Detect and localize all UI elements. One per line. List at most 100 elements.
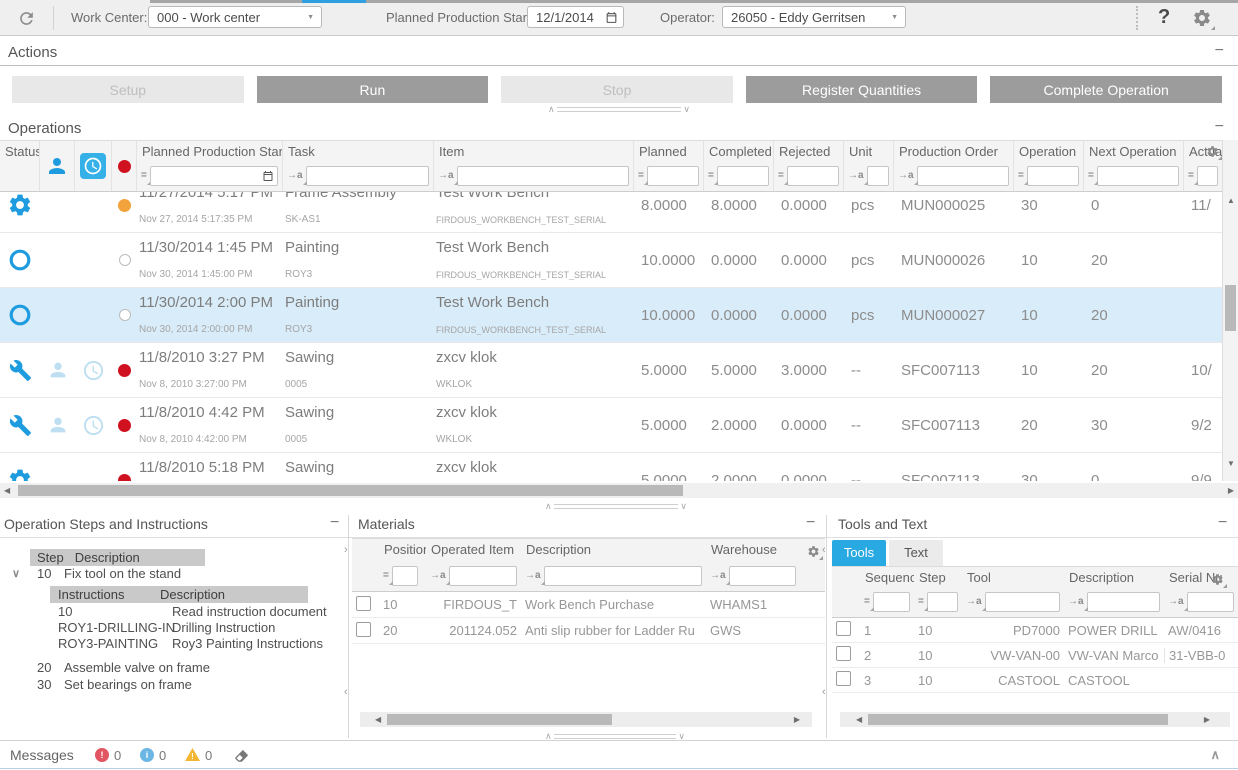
filter-text-icon[interactable]: →a	[1168, 597, 1184, 607]
materials-row[interactable]: 10 FIRDOUS_T Work Bench Purchase WHAMS1	[352, 592, 825, 618]
scroll-right-icon[interactable]: ▶	[1228, 486, 1234, 496]
column-operator-icon[interactable]	[40, 141, 75, 191]
row-checkbox[interactable]	[356, 596, 371, 611]
row-checkbox[interactable]	[356, 622, 371, 637]
setup-button[interactable]: Setup	[12, 76, 244, 103]
unit-filter-input[interactable]	[867, 166, 889, 186]
sequence-filter-input[interactable]	[873, 592, 910, 612]
production-order-filter-input[interactable]	[917, 166, 1009, 186]
scrollbar-thumb[interactable]	[18, 485, 683, 496]
operations-horizontal-scrollbar[interactable]: ◀ ▶	[0, 483, 1238, 498]
panel-vertical-divider[interactable]	[826, 515, 827, 738]
column-task[interactable]: Task →a	[283, 141, 434, 191]
column-planned[interactable]: Planned =	[634, 141, 704, 191]
column-sequence[interactable]: Sequence =	[860, 567, 914, 617]
minimize-icon[interactable]: −	[1218, 516, 1227, 530]
filter-equals-icon[interactable]: =	[918, 597, 924, 607]
column-actual[interactable]: Actual =	[1184, 141, 1222, 191]
column-production-order[interactable]: Production Order →a	[894, 141, 1014, 191]
filter-text-icon[interactable]: →a	[438, 171, 454, 181]
scrollbar-thumb[interactable]	[387, 714, 612, 725]
operator-select[interactable]: 26050 - Eddy Gerritsen ▼	[722, 6, 906, 28]
planned-filter-input[interactable]	[647, 166, 699, 186]
expand-messages-chevron-icon[interactable]: ∧	[1210, 747, 1220, 763]
column-completed[interactable]: Completed =	[704, 141, 774, 191]
filter-text-icon[interactable]: →a	[430, 571, 446, 581]
column-priority-icon[interactable]	[112, 141, 137, 191]
scrollbar-thumb[interactable]	[868, 714, 1168, 725]
column-description[interactable]: Description →a	[1064, 567, 1164, 617]
task-filter-input[interactable]	[306, 166, 429, 186]
instruction-description[interactable]: Roy3 Painting Instructions	[172, 636, 323, 652]
tab-tools[interactable]: Tools	[832, 540, 886, 566]
scroll-up-icon[interactable]: ▲	[1227, 196, 1235, 206]
run-button[interactable]: Run	[257, 76, 489, 103]
calendar-icon[interactable]	[262, 170, 274, 182]
scroll-left-icon[interactable]: ◀	[856, 715, 862, 725]
completed-filter-input[interactable]	[717, 166, 769, 186]
filter-equals-icon[interactable]: =	[638, 171, 644, 181]
filter-text-icon[interactable]: →a	[710, 571, 726, 581]
rejected-filter-input[interactable]	[787, 166, 839, 186]
filter-text-icon[interactable]: →a	[898, 171, 914, 181]
operations-row[interactable]: 11/8/2010 4:42 PMNov 8, 2010 4:42:00 PM …	[0, 398, 1222, 453]
instruction-id[interactable]: 10	[58, 604, 72, 620]
operation-filter-input[interactable]	[1027, 166, 1079, 186]
instruction-id[interactable]: ROY3-PAINTING	[58, 636, 158, 652]
refresh-icon[interactable]	[17, 9, 36, 28]
tools-row[interactable]: 2 10 VW-VAN-00 VW-VAN Marco 31-VBB-0	[832, 643, 1238, 668]
filter-equals-icon[interactable]: =	[1088, 171, 1094, 181]
tools-row[interactable]: 1 10 PD7000 POWER DRILL AW/0416	[832, 618, 1238, 643]
column-next-operation[interactable]: Next Operation =	[1084, 141, 1184, 191]
position-filter-input[interactable]	[392, 566, 418, 586]
step-description[interactable]: Fix tool on the stand	[64, 566, 181, 582]
column-item[interactable]: Item →a	[434, 141, 634, 191]
operated-item-filter-input[interactable]	[449, 566, 517, 586]
step-number[interactable]: 20	[37, 660, 51, 676]
register-quantities-button[interactable]: Register Quantities	[746, 76, 978, 103]
step-description[interactable]: Assemble valve on frame	[64, 660, 210, 676]
item-filter-input[interactable]	[457, 166, 629, 186]
column-step[interactable]: Step =	[914, 567, 962, 617]
column-status[interactable]: Status	[0, 141, 40, 191]
filter-text-icon[interactable]: →a	[966, 597, 982, 607]
filter-text-icon[interactable]: →a	[287, 171, 303, 181]
operations-vertical-scrollbar[interactable]: ▲ ▼	[1222, 140, 1238, 481]
description-filter-input[interactable]	[544, 566, 702, 586]
column-operation[interactable]: Operation =	[1014, 141, 1084, 191]
panel-vertical-divider[interactable]	[348, 515, 349, 738]
filter-equals-icon[interactable]: =	[864, 597, 870, 607]
stop-button[interactable]: Stop	[501, 76, 733, 103]
minimize-icon[interactable]: −	[330, 516, 339, 530]
filter-text-icon[interactable]: →a	[525, 571, 541, 581]
step-number[interactable]: 10	[37, 566, 51, 582]
work-center-select[interactable]: 000 - Work center ▼	[148, 6, 322, 28]
filter-equals-icon[interactable]: =	[708, 171, 714, 181]
scroll-left-icon[interactable]: ◀	[4, 486, 10, 496]
actions-splitter-handle[interactable]: ∧∨	[548, 104, 690, 115]
help-icon[interactable]: ?	[1158, 6, 1170, 29]
minimize-icon[interactable]: −	[1215, 120, 1224, 134]
column-unit[interactable]: Unit →a	[844, 141, 894, 191]
filter-text-icon[interactable]: →a	[848, 171, 864, 181]
column-settings-gear-icon[interactable]	[1206, 145, 1219, 158]
tools-horizontal-scrollbar[interactable]: ◀ ▶	[840, 712, 1230, 727]
filter-equals-icon[interactable]: =	[1188, 171, 1194, 181]
collapse-left-icon[interactable]: ‹	[344, 686, 348, 698]
column-rejected[interactable]: Rejected =	[774, 141, 844, 191]
column-warehouse[interactable]: Warehouse →a	[706, 539, 800, 591]
clear-messages-eraser-icon[interactable]	[234, 748, 249, 763]
minimize-icon[interactable]: −	[1215, 44, 1224, 58]
serial-filter-input[interactable]	[1187, 592, 1234, 612]
materials-horizontal-scrollbar[interactable]: ◀ ▶	[360, 712, 812, 727]
operations-row[interactable]: 11/27/2014 5:17 PMNov 27, 2014 5:17:35 P…	[0, 192, 1222, 233]
scroll-left-icon[interactable]: ◀	[375, 715, 381, 725]
actual-filter-input[interactable]	[1197, 166, 1218, 186]
tool-filter-input[interactable]	[985, 592, 1060, 612]
operations-row-selected[interactable]: 11/30/2014 2:00 PMNov 30, 2014 2:00:00 P…	[0, 288, 1222, 343]
filter-equals-icon[interactable]: =	[383, 571, 389, 581]
step-description[interactable]: Set bearings on frame	[64, 677, 192, 693]
instruction-description[interactable]: Read instruction document	[172, 604, 327, 620]
operations-row[interactable]: 11/8/2010 5:18 PM Sawing zxcv klok 5.000…	[0, 453, 1222, 481]
scroll-right-icon[interactable]: ▶	[1204, 715, 1210, 725]
